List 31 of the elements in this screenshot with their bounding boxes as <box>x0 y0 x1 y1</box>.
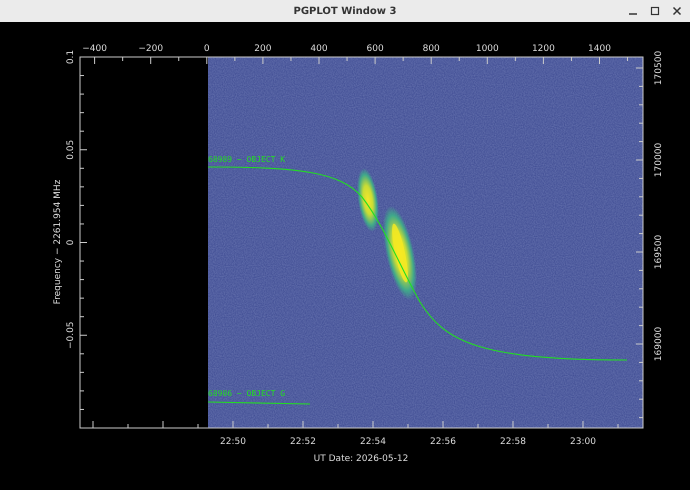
top-tick-label: 400 <box>310 44 328 54</box>
top-tick-label: 1200 <box>532 44 555 54</box>
x-tick-label: 22:52 <box>290 437 316 447</box>
x-tick-label: 22:54 <box>360 437 386 447</box>
top-tick-label: 200 <box>254 44 272 54</box>
object-label: 68986 − OBJECT G <box>208 389 286 398</box>
x-axis-title: UT Date: 2026-05-12 <box>314 454 408 464</box>
top-tick-label: 800 <box>422 44 440 54</box>
right-tick-label: 169000 <box>654 326 664 362</box>
y-tick-label: 0 <box>66 240 76 246</box>
right-tick-label: 170500 <box>654 50 664 86</box>
object-label: 68989 − OBJECT K <box>208 155 286 164</box>
maximize-icon[interactable] <box>650 6 660 16</box>
y-tick-label: −0.05 <box>66 321 76 350</box>
x-tick-label: 22:50 <box>220 437 246 447</box>
x-tick-label: 22:58 <box>500 437 526 447</box>
top-tick-label: −200 <box>138 44 164 54</box>
top-tick-label: 0 <box>204 44 210 54</box>
right-tick-label: 169500 <box>654 234 664 270</box>
y-tick-label: 0.05 <box>66 140 76 160</box>
y-tick-label: 0.1 <box>66 50 76 64</box>
top-tick-label: 1000 <box>476 44 499 54</box>
x-tick-label: 22:56 <box>430 437 456 447</box>
top-tick-label: 1400 <box>588 44 611 54</box>
window-title: PGPLOT Window 3 <box>294 4 396 18</box>
x-tick-label: 23:00 <box>570 437 596 447</box>
top-tick-label: 600 <box>366 44 384 54</box>
right-tick-label: 170000 <box>654 142 664 178</box>
top-tick-label: −400 <box>82 44 107 54</box>
close-icon[interactable] <box>672 6 682 16</box>
y-axis-title: Frequency − 2261.954 MHz <box>53 180 63 304</box>
